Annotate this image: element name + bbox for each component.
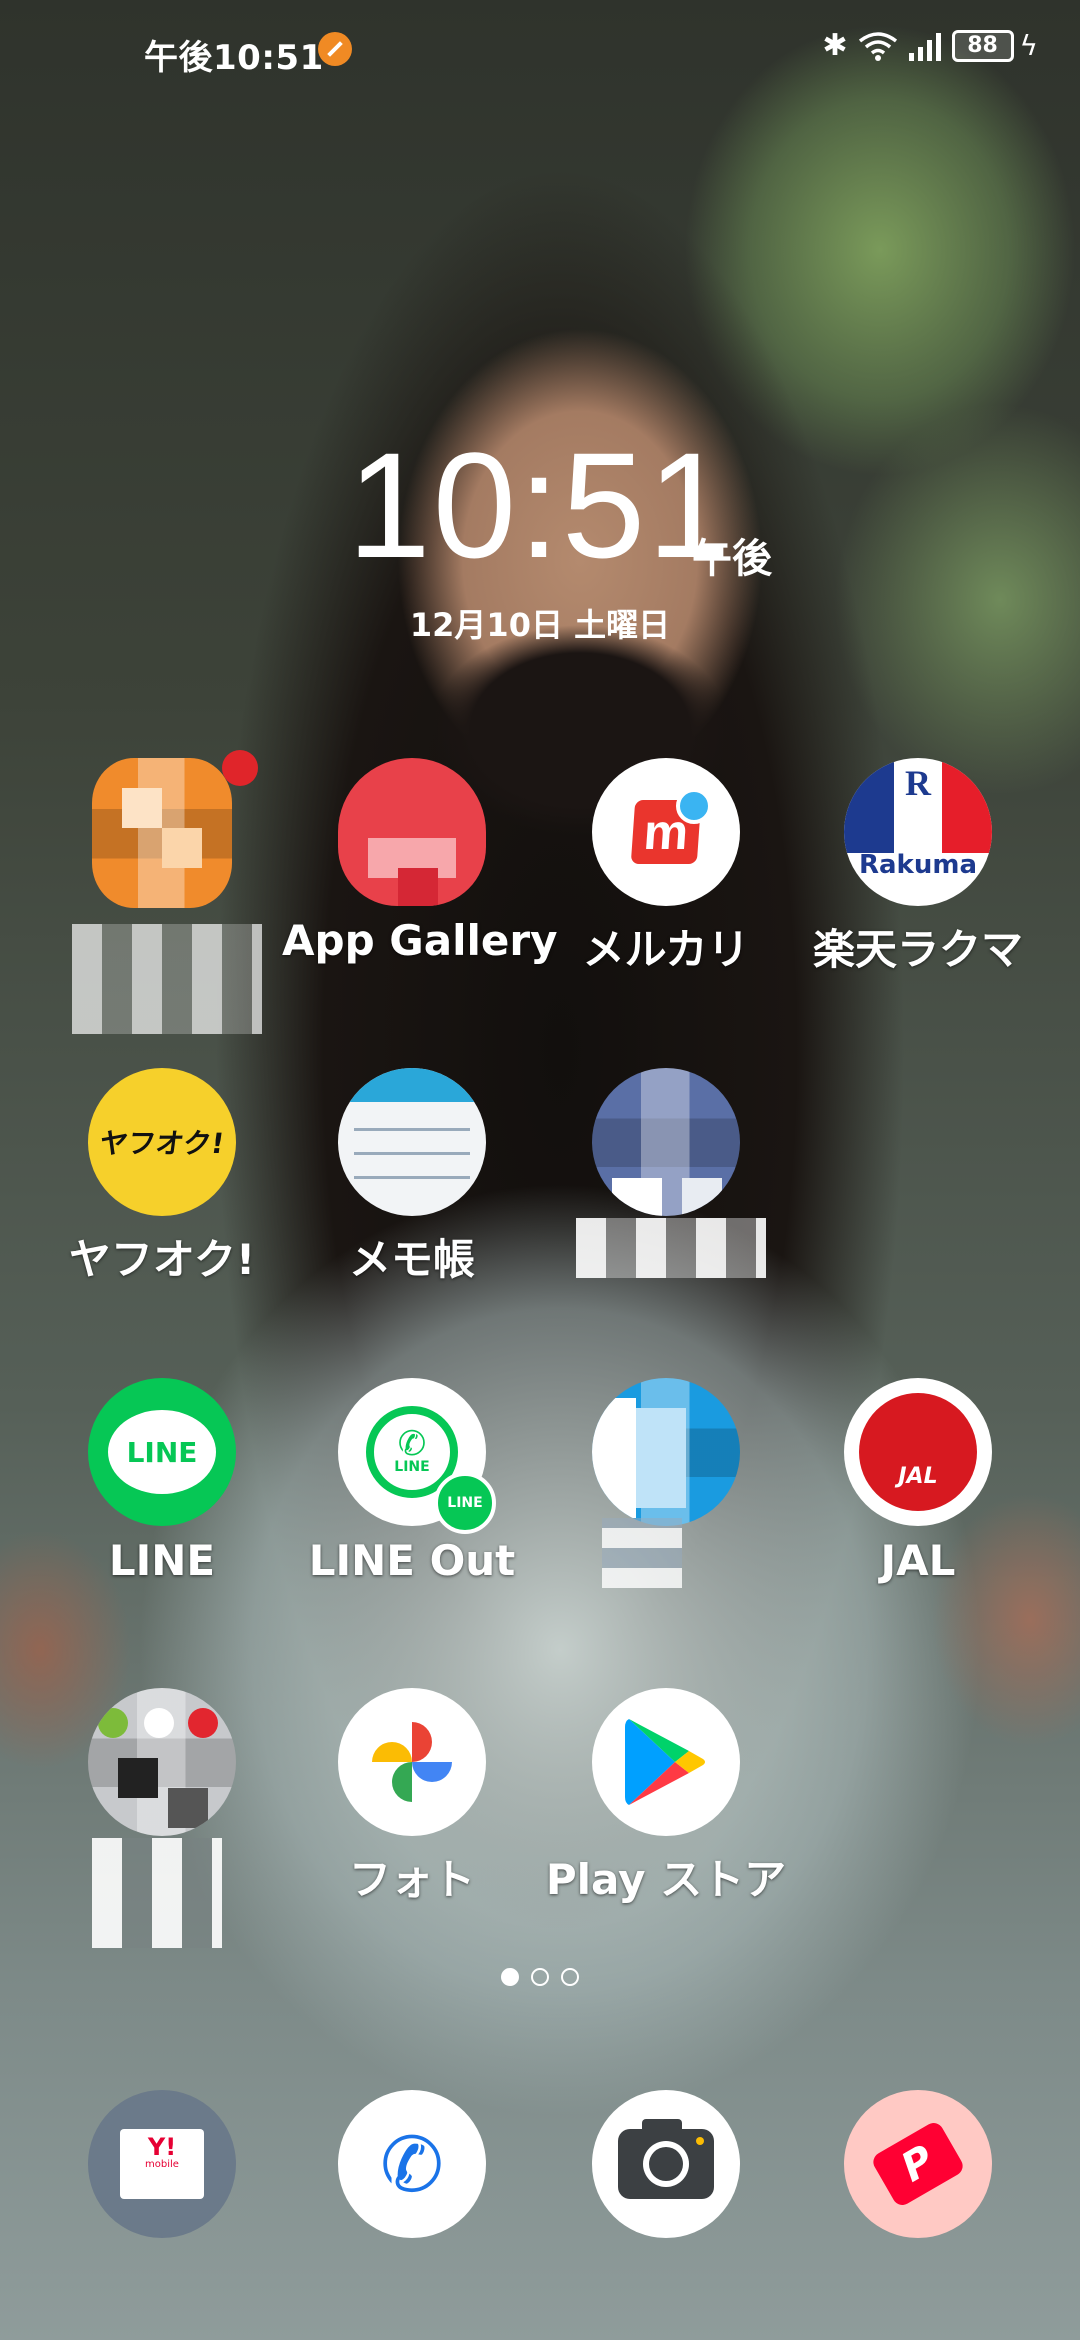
phone-handset-icon: ✆ (397, 1424, 427, 1464)
ymobile-mail-icon: Y! mobile (88, 2090, 236, 2238)
clock-widget[interactable]: 10:51 (0, 430, 1080, 580)
app-jal[interactable]: JAL JAL (788, 1378, 1048, 1585)
pixelated-label (602, 1518, 682, 1588)
app-label: App Gallery (282, 916, 558, 965)
bluetooth-icon: ✱ (822, 28, 848, 63)
dock-camera[interactable] (536, 2090, 796, 2238)
app-label: メモ帳 (348, 1235, 475, 1284)
google-photos-icon (338, 1688, 486, 1836)
pixelated-label (72, 924, 262, 1034)
memo-icon (338, 1068, 486, 1216)
app-pixelated-blue[interactable] (536, 1068, 796, 1278)
page-indicator[interactable] (0, 1968, 1080, 1986)
play-store-icon (592, 1688, 740, 1836)
page-dot-1[interactable] (501, 1968, 519, 1986)
line-out-icon: ✆ LINE LINE (338, 1378, 496, 1534)
line-badge-icon: LINE (434, 1472, 496, 1534)
app-label: JAL (880, 1536, 956, 1585)
mercari-icon: m (592, 758, 740, 906)
paypay-icon: P (844, 2090, 992, 2238)
app-line-out[interactable]: ✆ LINE LINE LINE Out (282, 1378, 542, 1585)
page-dot-2[interactable] (531, 1968, 549, 1986)
yafuoku-icon: ヤフオク! (88, 1068, 236, 1216)
signal-icon (908, 31, 942, 61)
clock-ampm: 午後 (692, 536, 772, 582)
app-yafuoku[interactable]: ヤフオク! ヤフオク! (32, 1068, 292, 1287)
notification-badge (222, 750, 258, 786)
status-bar: 午後10:51 ✱ 88 ϟ (0, 0, 1080, 100)
camera-icon (592, 2090, 740, 2238)
dock-paypay[interactable]: P (788, 2090, 1048, 2238)
pixelated-label (576, 1218, 766, 1278)
app-gallery-icon (338, 758, 486, 906)
app-pixelated-orange[interactable] (32, 750, 292, 1034)
pixelated-blue-app-icon (592, 1068, 740, 1216)
jal-icon: JAL (844, 1378, 992, 1526)
battery-icon: 88 (951, 29, 1014, 62)
notification-app-icon (318, 32, 352, 66)
app-memo[interactable]: メモ帳 (282, 1068, 542, 1287)
pixelated-pay-app-icon (592, 1378, 740, 1526)
charging-icon: ϟ (1019, 29, 1038, 62)
app-play-store[interactable]: Play ストア (536, 1688, 796, 1907)
app-pixelated-pay[interactable] (536, 1378, 796, 1588)
status-time: 午後10:51 (144, 38, 324, 78)
rakuma-icon: R Rakuma (844, 758, 992, 906)
clock-date: 12月10日 土曜日 (409, 606, 671, 644)
app-label: メルカリ (582, 925, 750, 974)
app-google-photos[interactable]: フォト (282, 1688, 542, 1907)
app-label: LINE (108, 1536, 216, 1585)
app-label: 楽天ラクマ (812, 925, 1023, 974)
clock-time: 10:51 (347, 421, 733, 589)
status-icons: ✱ 88 ϟ (822, 28, 1038, 63)
line-icon: LINE (88, 1378, 236, 1526)
dock-phone[interactable]: ✆ (282, 2090, 542, 2238)
app-mercari[interactable]: m メルカリ (536, 758, 796, 977)
app-label: フォト (348, 1855, 475, 1904)
dock-ymobile-mail[interactable]: Y! mobile (32, 2090, 292, 2238)
pixelated-orange-app-icon (92, 758, 232, 908)
pixelated-folder-icon (88, 1688, 236, 1836)
pixelated-label (92, 1838, 222, 1948)
app-line[interactable]: LINE LINE (32, 1378, 292, 1585)
page-dot-3[interactable] (561, 1968, 579, 1986)
wifi-icon (858, 31, 898, 61)
app-label: Play ストア (545, 1855, 787, 1904)
app-label: LINE Out (308, 1536, 516, 1585)
app-app-gallery[interactable]: App Gallery (282, 758, 558, 965)
app-label: ヤフオク! (68, 1235, 256, 1284)
phone-icon: ✆ (338, 2090, 486, 2238)
app-rakuma[interactable]: R Rakuma 楽天ラクマ (788, 758, 1048, 977)
app-pixelated-folder[interactable] (32, 1688, 292, 1948)
